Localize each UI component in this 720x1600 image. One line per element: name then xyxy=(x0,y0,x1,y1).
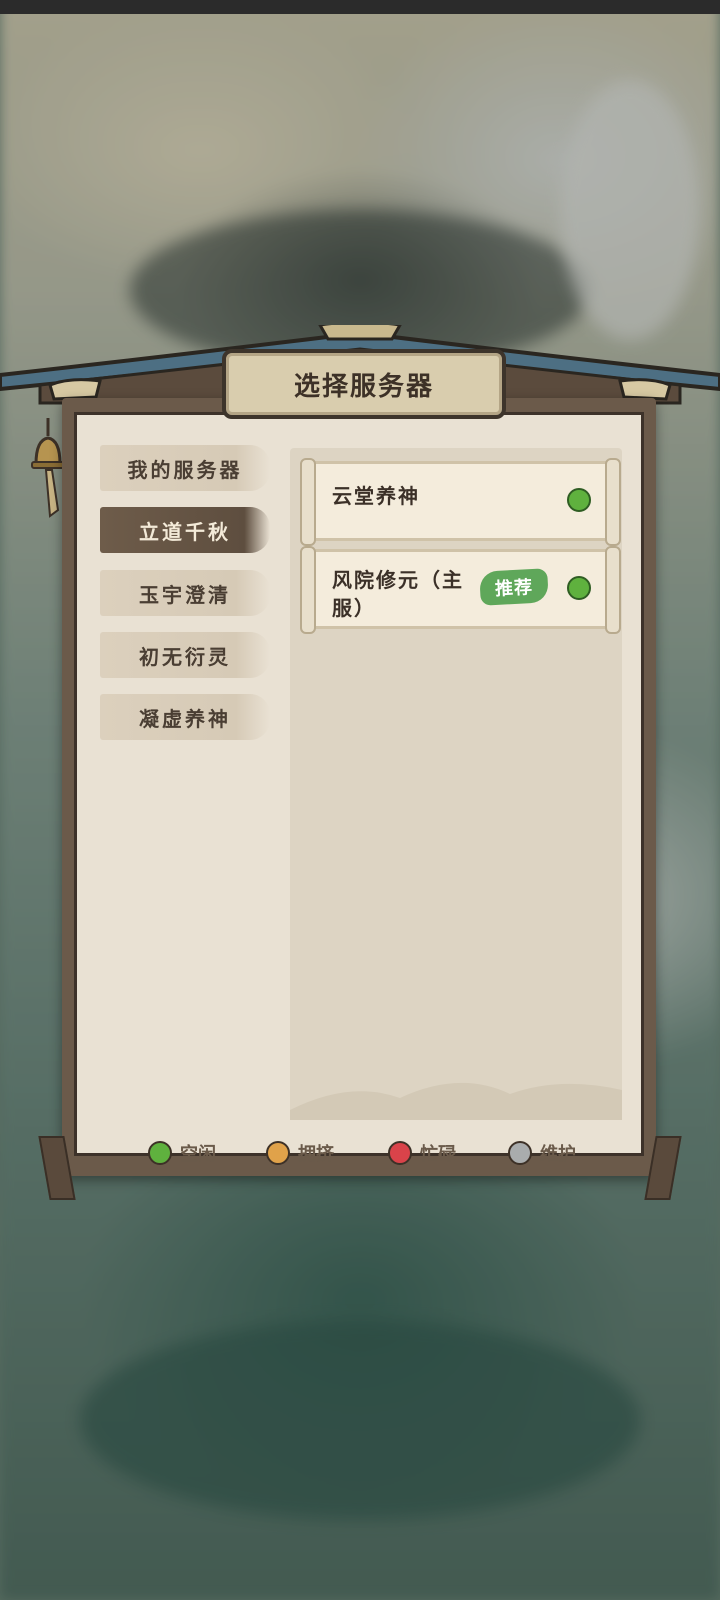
mountain-watermark xyxy=(290,1082,622,1120)
status-idle-icon xyxy=(567,488,591,512)
server-name: 风院修元（主服） xyxy=(332,568,464,620)
status-idle-icon xyxy=(567,576,591,600)
legend-idle: 空闲 xyxy=(148,1140,216,1166)
tab-chuwu-yanling[interactable]: 初无衍灵 xyxy=(100,632,270,678)
legend-label: 忙碌 xyxy=(420,1144,456,1165)
legend-crowded: 拥挤 xyxy=(266,1140,334,1166)
legend-maintenance: 维护 xyxy=(508,1140,576,1166)
scroll-roll xyxy=(300,458,316,546)
tab-label: 凝虚养神 xyxy=(139,706,231,731)
server-name: 云堂养神 xyxy=(332,484,420,508)
scroll-roll xyxy=(605,458,621,546)
legend-label: 维护 xyxy=(540,1144,576,1165)
red-dot-icon xyxy=(388,1141,412,1165)
tab-label: 玉宇澄清 xyxy=(139,582,231,607)
legend-busy: 忙碌 xyxy=(388,1140,456,1166)
tab-label: 立道千秋 xyxy=(139,519,231,544)
legend-label: 空闲 xyxy=(180,1144,216,1165)
green-dot-icon xyxy=(148,1141,172,1165)
dialog-title-plate: 选择服务器 xyxy=(222,349,506,419)
gray-dot-icon xyxy=(508,1141,532,1165)
server-item[interactable]: 云堂养神 xyxy=(300,458,621,546)
legend-label: 拥挤 xyxy=(298,1144,334,1165)
tab-lidao-qianqiu[interactable]: 立道千秋 xyxy=(100,507,270,553)
scroll-roll xyxy=(605,546,621,634)
tab-label: 初无衍灵 xyxy=(139,644,231,669)
status-legend: 空闲 拥挤 忙碌 维护 xyxy=(148,1140,588,1170)
status-bar-strip xyxy=(0,0,720,14)
tab-my-servers[interactable]: 我的服务器 xyxy=(100,445,270,491)
tab-label: 我的服务器 xyxy=(127,457,243,482)
tab-ningxu-yangshen[interactable]: 凝虚养神 xyxy=(100,694,270,740)
orange-dot-icon xyxy=(266,1141,290,1165)
server-item[interactable]: 风院修元（主服） 推荐 xyxy=(300,546,621,634)
tab-yuyu-chengqing[interactable]: 玉宇澄清 xyxy=(100,570,270,616)
scroll-roll xyxy=(300,546,316,634)
dialog-title: 选择服务器 xyxy=(293,371,434,402)
recommend-badge: 推荐 xyxy=(479,568,549,606)
